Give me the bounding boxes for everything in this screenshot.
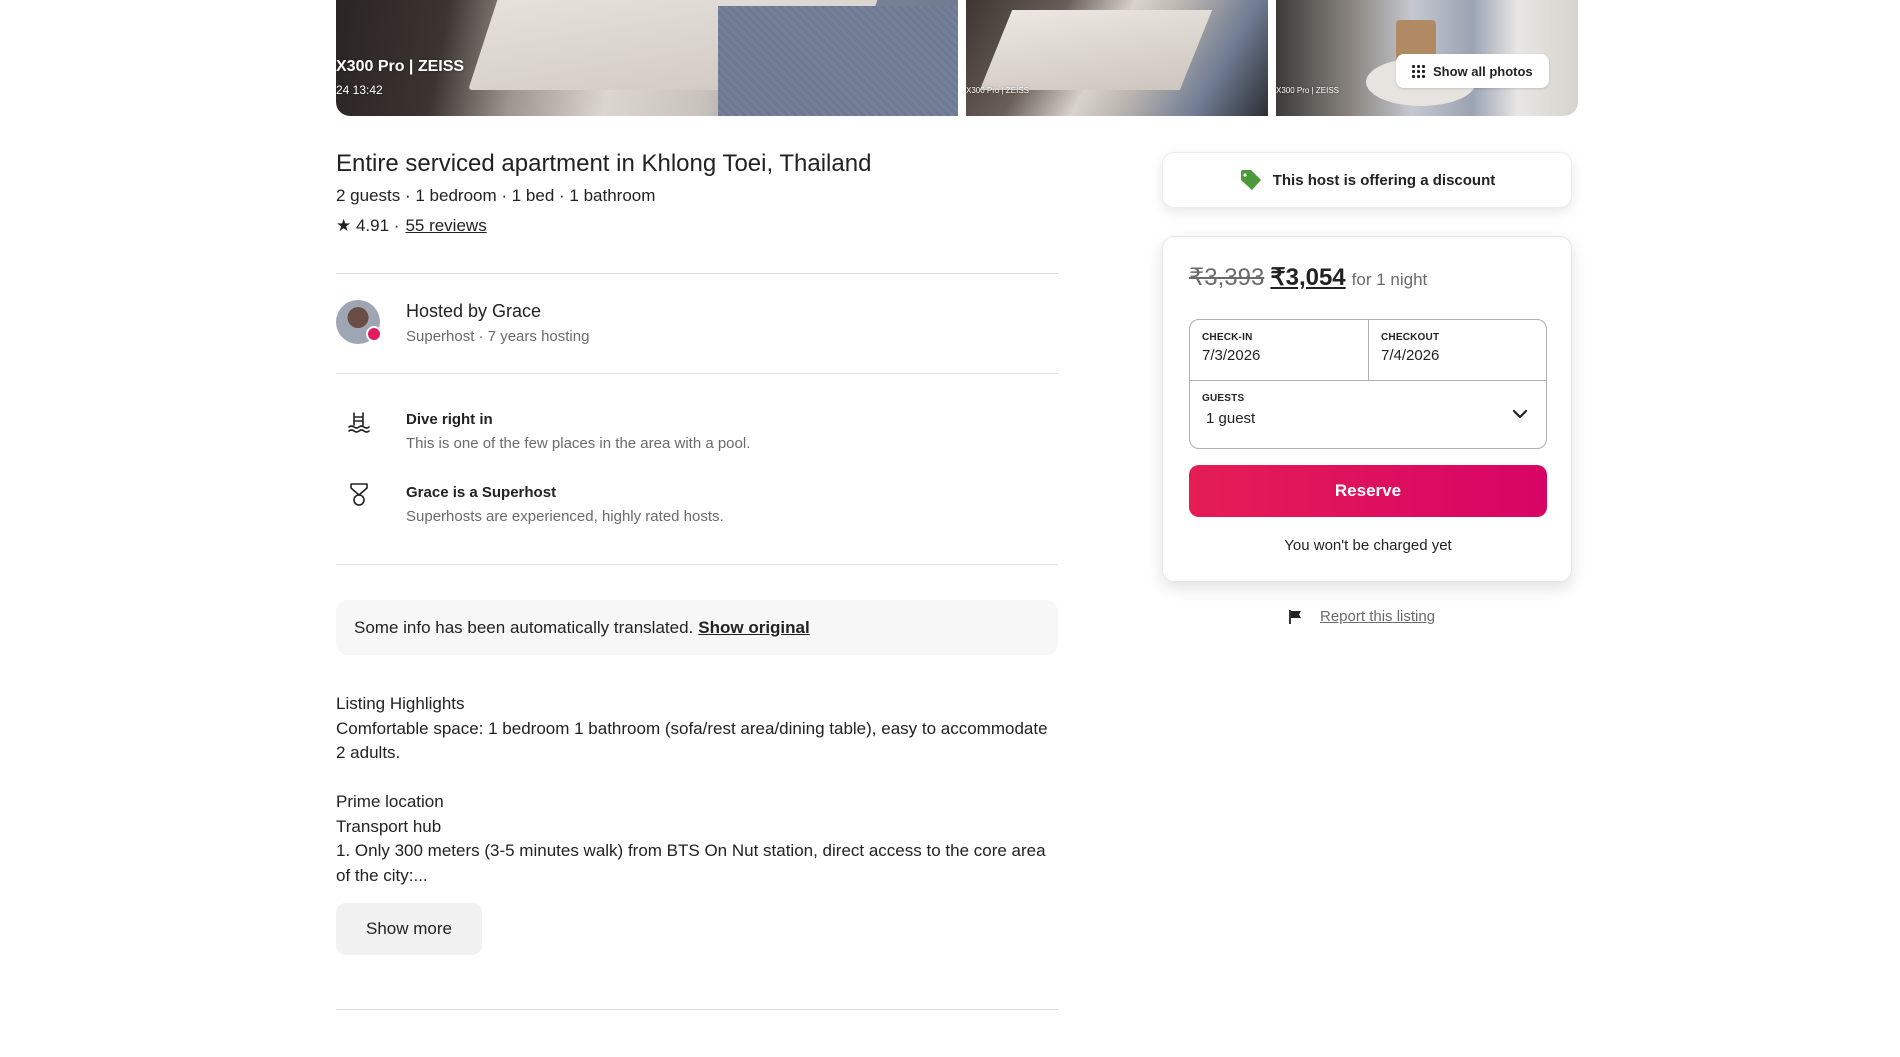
guests-label: GUESTS [1202, 393, 1245, 404]
highlight-title: Dive right in [406, 411, 493, 428]
reserve-button[interactable]: Reserve [1189, 465, 1547, 517]
booking-card: ₹3,393 ₹3,054 for 1 night CHECK-IN 7/3/2… [1162, 236, 1572, 582]
show-original-link[interactable]: Show original [698, 618, 809, 638]
original-price: ₹3,393 [1189, 264, 1265, 291]
show-all-photos-label: Show all photos [1433, 63, 1533, 79]
checkout-value: 7/4/2026 [1381, 347, 1440, 364]
report-listing: Report this listing [1288, 608, 1435, 625]
listing-photo-2[interactable]: X300 Pro | ZEISS [966, 0, 1268, 116]
report-listing-link[interactable]: Report this listing [1320, 608, 1435, 625]
photo-watermark: X300 Pro | ZEISS [336, 58, 465, 75]
not-charged-note: You won't be charged yet [1284, 537, 1452, 554]
grid-dots-icon [1412, 64, 1425, 78]
listing-photo-main[interactable]: X300 Pro | ZEISS 24 13:42 [336, 0, 958, 116]
description-line: Prime location [336, 792, 444, 811]
superhost-badge-icon [366, 326, 382, 342]
host-subtitle: Superhost · 7 years hosting [406, 328, 590, 345]
photo-watermark: X300 Pro | ZEISS [966, 86, 1029, 95]
listing-description: Listing Highlights Comfortable space: 1 … [336, 692, 1058, 888]
listing-specs: 2 guests · 1 bedroom · 1 bed · 1 bathroo… [336, 186, 656, 205]
translation-text: Some info has been automatically transla… [354, 617, 694, 637]
reviews-link[interactable]: 55 reviews [405, 216, 486, 236]
pool-icon [348, 412, 370, 433]
checkin-value: 7/3/2026 [1202, 347, 1261, 364]
price-tag-icon [1240, 170, 1261, 190]
superhost-medal-icon [350, 483, 368, 506]
description-line: Transport hub [336, 816, 442, 836]
host-avatar[interactable] [336, 300, 382, 344]
bed-image-detail [979, 10, 1213, 90]
photo-timestamp: 24 13:42 [336, 83, 383, 97]
highlight-description: This is one of the few places in the are… [406, 435, 751, 452]
listing-title: Entire serviced apartment in Khlong Toei… [336, 150, 872, 177]
discount-banner: This host is offering a discount [1162, 152, 1572, 208]
price-period: for 1 night [1351, 270, 1428, 289]
discounted-price[interactable]: ₹3,054 [1270, 263, 1345, 292]
chevron-down-icon [1512, 409, 1528, 419]
listing-rating: ★ 4.91 · 55 reviews [336, 216, 487, 236]
flag-icon [1289, 609, 1301, 624]
booking-fields: CHECK-IN 7/3/2026 CHECKOUT 7/4/2026 GUES… [1189, 319, 1547, 449]
host-name: Hosted by Grace [406, 301, 542, 321]
guests-dropdown[interactable]: GUESTS 1 guest [1190, 381, 1546, 448]
discount-text: This host is offering a discount [1272, 171, 1496, 189]
checkin-label: CHECK-IN [1202, 332, 1253, 343]
translation-notice: Some info has been automatically transla… [336, 600, 1058, 655]
photo-watermark: X300 Pro | ZEISS [1276, 86, 1339, 95]
section-divider [336, 273, 1058, 274]
highlight-title: Grace is a Superhost [406, 484, 557, 501]
description-line: 1. Only 300 meters (3-5 minutes walk) fr… [336, 841, 1046, 885]
checkin-field[interactable]: CHECK-IN 7/3/2026 [1190, 320, 1369, 381]
checkout-label: CHECKOUT [1381, 332, 1440, 343]
description-line: Comfortable space: 1 bedroom 1 bathroom … [336, 718, 1048, 763]
section-divider [336, 1009, 1058, 1010]
carpet-image-detail [718, 6, 958, 116]
section-divider [336, 564, 1058, 565]
guests-value: 1 guest [1206, 410, 1256, 427]
highlight-description: Superhosts are experienced, highly rated… [406, 508, 724, 525]
price-row: ₹3,393 ₹3,054 for 1 night [1189, 263, 1427, 292]
description-line: Listing Highlights [336, 694, 465, 713]
checkout-field[interactable]: CHECKOUT 7/4/2026 [1369, 320, 1546, 381]
show-more-button[interactable]: Show more [336, 903, 482, 955]
section-divider [336, 373, 1058, 374]
show-all-photos-button[interactable]: Show all photos [1396, 54, 1549, 88]
rating-value: ★ 4.91 · [336, 216, 400, 235]
